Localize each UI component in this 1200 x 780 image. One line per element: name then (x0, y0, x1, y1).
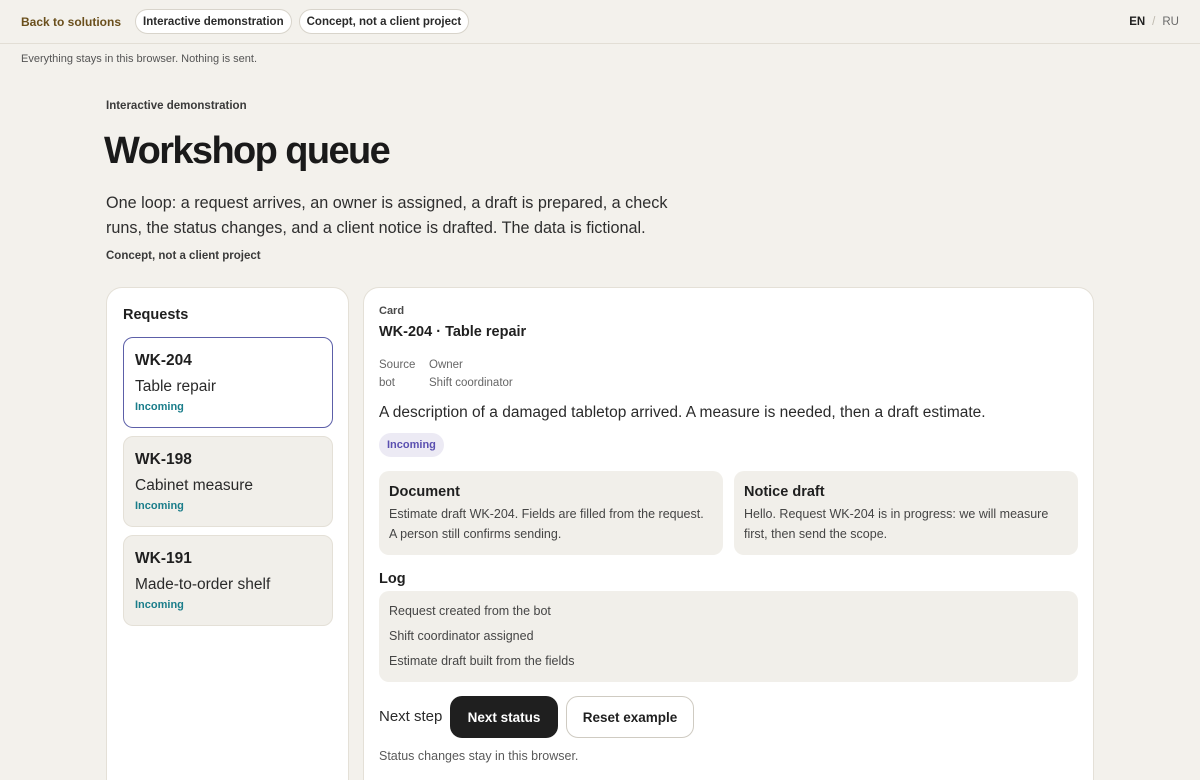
card-title: WK-204 · Table repair (379, 324, 527, 340)
pill-interactive-demo: Interactive demonstration (135, 9, 292, 34)
document-card: Document Estimate draft WK-204. Fields a… (379, 471, 723, 555)
log-entry: Estimate draft built from the fields (389, 654, 575, 668)
meta-source: Source bot (379, 356, 415, 392)
card-description: A description of a damaged tabletop arri… (379, 404, 986, 421)
next-step-label: Next step (379, 708, 443, 725)
owner-label: Owner (429, 359, 463, 371)
page-title: Workshop queue (104, 130, 391, 172)
hero-eyebrow: Interactive demonstration (106, 100, 247, 112)
request-item-wk-198[interactable]: WK-198 Cabinet measure Incoming (123, 436, 333, 527)
request-status: Incoming (135, 599, 184, 611)
card-eyebrow: Card (379, 305, 405, 317)
request-name: Table repair (135, 378, 216, 395)
log-entry: Shift coordinator assigned (389, 629, 534, 643)
source-value: bot (379, 377, 395, 389)
next-status-button[interactable]: Next status (450, 696, 558, 738)
request-item-wk-204[interactable]: WK-204 Table repair Incoming (123, 337, 333, 428)
request-id: WK-204 (135, 352, 192, 369)
notice-text: Hello. Request WK-204 is in progress: we… (744, 507, 1049, 541)
owner-value: Shift coordinator (429, 377, 513, 389)
status-badge: Incoming (379, 433, 444, 457)
notice-title: Notice draft (744, 484, 825, 500)
request-name: Cabinet measure (135, 477, 254, 494)
document-title: Document (389, 484, 460, 500)
lang-en[interactable]: EN (1129, 16, 1145, 28)
log-title: Log (379, 571, 406, 587)
reset-example-button[interactable]: Reset example (566, 696, 694, 738)
concept-note: Concept, not a client project (106, 250, 261, 262)
pill-concept: Concept, not a client project (298, 9, 470, 34)
privacy-note: Everything stays in this browser. Nothin… (21, 53, 257, 65)
requests-panel: Requests WK-204 Table repair Incoming WK… (106, 287, 349, 780)
request-item-wk-191[interactable]: WK-191 Made-to-order shelf Incoming (123, 535, 333, 626)
notice-draft-card: Notice draft Hello. Request WK-204 is in… (734, 471, 1078, 555)
log-list: Request created from the bot Shift coord… (379, 591, 1078, 682)
request-status: Incoming (135, 500, 184, 512)
request-name: Made-to-order shelf (135, 576, 271, 593)
log-entry: Request created from the bot (389, 604, 551, 618)
card-panel: Card WK-204 · Table repair Source bot Ow… (363, 287, 1094, 780)
lang-ru[interactable]: RU (1162, 16, 1179, 28)
status-note: Status changes stay in this browser. (379, 749, 579, 763)
request-id: WK-198 (135, 451, 192, 468)
request-status: Incoming (135, 401, 184, 413)
request-id: WK-191 (135, 550, 192, 567)
lang-separator: / (1152, 16, 1156, 28)
top-bar: Back to solutions Interactive demonstrat… (0, 0, 1200, 44)
back-to-solutions-link[interactable]: Back to solutions (21, 15, 121, 29)
source-label: Source (379, 359, 416, 371)
meta-owner: Owner Shift coordinator (429, 356, 513, 392)
requests-title: Requests (123, 307, 189, 323)
hero-lead: One loop: a request arrives, an owner is… (106, 194, 668, 237)
language-switcher: EN / RU (1129, 0, 1179, 44)
document-text: Estimate draft WK-204. Fields are filled… (389, 507, 704, 541)
